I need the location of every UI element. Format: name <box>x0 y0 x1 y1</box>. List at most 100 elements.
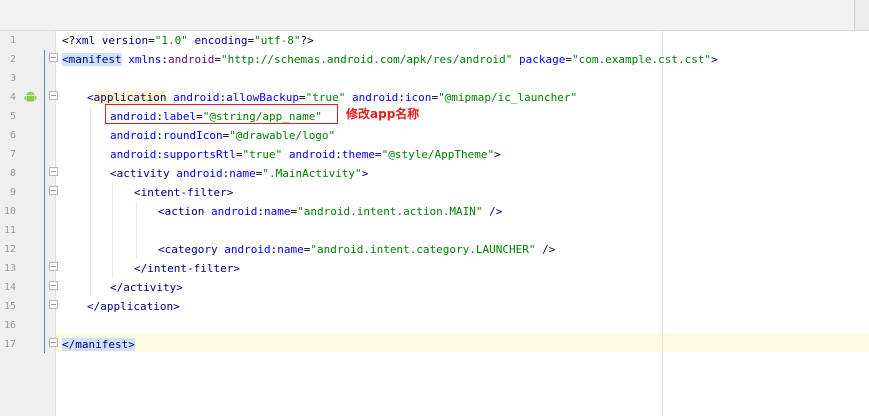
line-number: 3 <box>9 73 16 84</box>
attr-value: "@drawable/logo" <box>229 129 336 142</box>
tag-close-bracket: > <box>226 186 234 199</box>
fold-end-intent-filter[interactable] <box>49 262 58 271</box>
line-number: 5 <box>9 111 16 122</box>
fold-toggle-intent-filter[interactable] <box>49 186 58 195</box>
attr-value: "true" <box>242 148 283 161</box>
line-number: 15 <box>3 301 16 312</box>
xml-decl-attr: encoding <box>187 34 248 47</box>
tag-name: intent-filter <box>140 186 227 199</box>
tag-self-close: /> <box>482 205 503 218</box>
line-number: 7 <box>9 149 16 160</box>
line-number: 8 <box>9 168 16 179</box>
attr-namespace: android <box>110 129 157 142</box>
attr-namespace: android <box>110 148 157 161</box>
attr-value: "@mipmap/ic_launcher" <box>438 91 578 104</box>
code-line-17[interactable]: </manifest> <box>62 335 135 354</box>
code-line-2[interactable]: <manifest xmlns:android="http://schemas.… <box>62 50 718 69</box>
code-line-7[interactable]: android:supportsRtl="true" android:theme… <box>110 145 501 164</box>
line-number: 2 <box>9 54 16 65</box>
tag-close-open: </ <box>87 300 101 313</box>
editor-tab-bar <box>0 0 869 31</box>
tag-close-bracket: > <box>494 148 501 161</box>
tag-close-open: </ <box>134 262 148 275</box>
attr-namespace: android <box>282 148 336 161</box>
attr-name: allowBackup <box>226 91 299 104</box>
tag-open-bracket: < <box>87 91 94 104</box>
colon: : <box>257 205 264 218</box>
tag-open-bracket: < <box>110 167 117 180</box>
tag-close-bracket: > <box>233 262 240 275</box>
tag-name: activity <box>116 167 170 180</box>
equals: = <box>298 91 306 104</box>
tag-close-bracket: > <box>128 338 135 351</box>
attr-name: package <box>512 53 566 66</box>
fold-toggle-application[interactable] <box>49 91 58 100</box>
attr-value: "utf-8" <box>254 34 301 47</box>
fold-end-activity[interactable] <box>49 281 58 290</box>
code-line-6[interactable]: android:roundIcon="@drawable/logo" <box>110 126 335 145</box>
fold-end-manifest[interactable] <box>49 338 58 347</box>
xml-decl-attr: xml version <box>75 34 149 47</box>
fold-toggle-manifest[interactable] <box>49 53 58 62</box>
code-line-13[interactable]: </intent-filter> <box>134 259 240 278</box>
equals: = <box>374 148 382 161</box>
tag-close-bracket: > <box>711 53 718 66</box>
right-margin-guide <box>662 31 663 416</box>
attr-namespace: android <box>217 243 271 256</box>
equals: = <box>565 53 572 66</box>
namespace: android <box>167 53 215 66</box>
tag-open-bracket: < <box>158 205 165 218</box>
line-number: 6 <box>9 130 16 141</box>
line-number: 1 <box>9 35 16 46</box>
tag-open-bracket: < <box>158 243 165 256</box>
tag-open-bracket: < <box>134 186 141 199</box>
tag-close-bracket: > <box>176 281 183 294</box>
attr-namespace: android <box>345 91 399 104</box>
code-line-15[interactable]: </application> <box>87 297 180 316</box>
attr-name: name <box>263 205 291 218</box>
line-number: 11 <box>3 225 16 236</box>
code-line-8[interactable]: <activity android:name=".MainActivity"> <box>110 164 368 183</box>
attr-name: roundIcon <box>162 129 223 142</box>
indent-guide <box>136 202 137 259</box>
tag-open-bracket: < <box>62 53 69 66</box>
attr-value: "true" <box>305 91 346 104</box>
tag-name: intent-filter <box>147 262 234 275</box>
selection-scope-bar <box>44 50 45 353</box>
tag-close-open: </ <box>62 338 76 351</box>
colon: : <box>156 129 163 142</box>
tag-close-bracket: > <box>361 167 369 180</box>
tag-name: manifest <box>68 53 122 66</box>
attr-name: name <box>229 167 256 180</box>
tag-name: application <box>100 300 174 313</box>
code-line-1[interactable]: <?xml version="1.0" encoding="utf-8"?> <box>62 31 314 50</box>
tag-close-open: </ <box>110 281 124 294</box>
code-line-12[interactable]: <category android:name="android.intent.c… <box>158 240 555 259</box>
fold-end-application[interactable] <box>49 300 58 309</box>
fold-toggle-activity[interactable] <box>49 167 58 176</box>
equals: = <box>214 53 221 66</box>
code-line-9[interactable]: <intent-filter> <box>134 183 233 202</box>
line-number: 13 <box>3 263 16 274</box>
attr-name: name <box>277 243 304 256</box>
line-number: 12 <box>3 244 16 255</box>
xml-decl-close: ?> <box>300 34 314 47</box>
attr-namespace: android <box>204 205 258 218</box>
attr-value: "android.intent.action.MAIN" <box>297 205 483 218</box>
line-number: 16 <box>3 320 16 331</box>
annotation-label: 修改app名称 <box>346 107 420 121</box>
tag-name: action <box>164 205 205 218</box>
tab-overflow[interactable] <box>854 0 869 30</box>
line-number: 9 <box>9 187 16 198</box>
indent-guide <box>112 183 113 278</box>
colon: : <box>161 53 168 66</box>
code-line-14[interactable]: </activity> <box>110 278 183 297</box>
xml-decl-open: <? <box>62 34 76 47</box>
attr-value: "android.intent.category.LAUNCHER" <box>310 243 536 256</box>
attr-value: ".MainActivity" <box>262 167 362 180</box>
tag-close-bracket: > <box>173 300 180 313</box>
android-icon[interactable] <box>24 90 37 103</box>
current-line-highlight <box>56 333 869 352</box>
code-line-10[interactable]: <action android:name="android.intent.act… <box>158 202 502 221</box>
line-number: 17 <box>3 339 16 350</box>
